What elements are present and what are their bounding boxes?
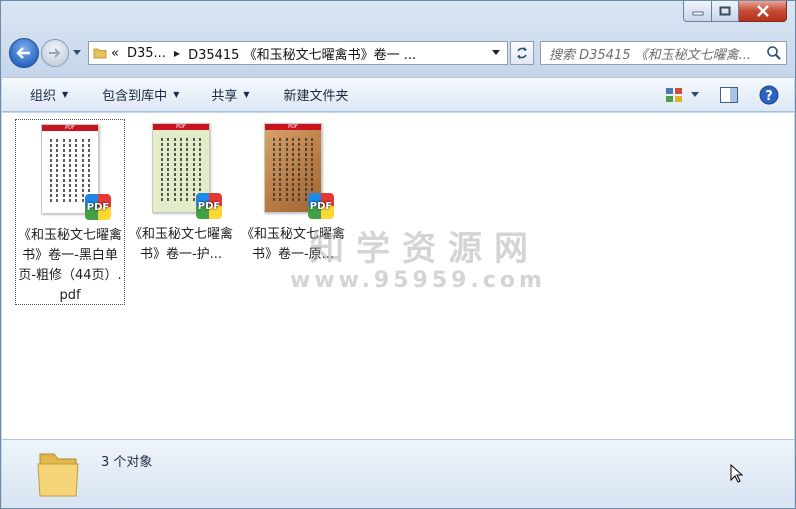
minimize-icon xyxy=(692,11,703,16)
preview-pane-button[interactable] xyxy=(716,82,742,108)
file-name: 《和玉秘文七曜禽书》卷一-护... xyxy=(128,227,233,262)
include-library-label: 包含到库中 xyxy=(102,89,168,104)
search-input[interactable]: 搜索 D35415 《和玉秘文七曜禽... xyxy=(540,41,787,65)
maximize-button[interactable] xyxy=(712,1,739,22)
change-view-button[interactable] xyxy=(662,82,688,108)
file-item[interactable]: PDF PDF 《和玉秘文七曜禽书》卷一-黑白单页-粗修（44页）.pdf xyxy=(15,119,125,305)
command-bar: 组织 ▼ 包含到库中 ▼ 共享 ▼ 新建文件夹 ? xyxy=(2,77,794,112)
watermark-url: www.95959.com xyxy=(290,268,546,293)
details-pane: 3 个对象 xyxy=(2,439,794,508)
navigation-row: « D35... ▶ D35415 《和玉秘文七曜禽书》卷一 ... 搜索 D3… xyxy=(9,37,787,69)
pdf-badge-text: PDF xyxy=(86,201,110,213)
pdf-icon: PDF xyxy=(308,193,334,219)
organize-label: 组织 xyxy=(30,89,57,104)
preview-pane-icon xyxy=(720,87,738,103)
new-folder-button[interactable]: 新建文件夹 xyxy=(274,82,359,108)
refresh-icon xyxy=(517,47,527,59)
file-item[interactable]: PDF PDF 《和玉秘文七曜禽书》卷一-原... xyxy=(238,119,348,269)
search-placeholder: 搜索 D35415 《和玉秘文七曜禽... xyxy=(549,47,752,63)
help-button[interactable]: ? xyxy=(756,82,782,108)
view-dropdown-button[interactable] xyxy=(688,82,702,108)
pdf-header-bar: PDF xyxy=(265,124,321,130)
file-item[interactable]: PDF PDF 《和玉秘文七曜禽书》卷一-护... xyxy=(126,119,236,269)
breadcrumb-separator-icon[interactable]: ▶ xyxy=(174,49,180,58)
address-bar[interactable]: « D35... ▶ D35415 《和玉秘文七曜禽书》卷一 ... xyxy=(88,41,508,65)
pdf-thumbnail: PDF PDF xyxy=(264,123,334,219)
address-prefix[interactable]: « xyxy=(111,46,119,61)
back-button[interactable] xyxy=(9,38,39,68)
caption-buttons xyxy=(683,1,787,22)
view-options-icon xyxy=(666,88,682,102)
close-button[interactable] xyxy=(739,1,787,22)
recent-pages-button[interactable] xyxy=(70,42,84,64)
item-count: 3 个对象 xyxy=(101,455,153,470)
file-name: 《和玉秘文七曜禽书》卷一-原... xyxy=(240,227,345,262)
mouse-cursor-icon xyxy=(730,463,744,488)
chevron-down-icon: ▼ xyxy=(62,90,69,99)
forward-button[interactable] xyxy=(41,39,69,67)
help-icon: ? xyxy=(759,85,779,105)
arrow-right-icon xyxy=(49,48,61,58)
include-in-library-button[interactable]: 包含到库中 ▼ xyxy=(92,82,189,108)
share-label: 共享 xyxy=(211,89,238,104)
share-button[interactable]: 共享 ▼ xyxy=(201,82,259,108)
chevron-down-icon: ▼ xyxy=(243,90,250,99)
new-folder-label: 新建文件夹 xyxy=(283,89,349,104)
folder-icon xyxy=(36,448,80,504)
explorer-window: « D35... ▶ D35415 《和玉秘文七曜禽书》卷一 ... 搜索 D3… xyxy=(0,0,796,509)
chevron-down-icon: ▼ xyxy=(173,90,180,99)
pdf-header-bar: PDF xyxy=(153,124,209,130)
close-icon xyxy=(756,5,769,17)
search-icon[interactable] xyxy=(766,45,782,65)
pdf-icon: PDF xyxy=(196,193,222,219)
pdf-thumbnail: PDF PDF xyxy=(41,124,111,220)
file-list[interactable]: PDF PDF 《和玉秘文七曜禽书》卷一-黑白单页-粗修（44页）.pdf PD… xyxy=(2,113,794,439)
pdf-badge-text: PDF xyxy=(309,200,333,212)
pdf-thumbnail: PDF PDF xyxy=(152,123,222,219)
pdf-header-bar: PDF xyxy=(42,125,98,131)
svg-text:?: ? xyxy=(765,89,773,104)
chevron-down-icon xyxy=(691,92,699,97)
breadcrumb-item[interactable]: D35415 《和玉秘文七曜禽书》卷一 ... xyxy=(188,44,416,63)
minimize-button[interactable] xyxy=(683,1,712,22)
folder-icon xyxy=(89,42,111,64)
address-dropdown-icon[interactable] xyxy=(489,46,503,60)
file-name: 《和玉秘文七曜禽书》卷一-黑白单页-粗修（44页）.pdf xyxy=(18,228,123,303)
organize-button[interactable]: 组织 ▼ xyxy=(20,82,78,108)
toolbar-right: ? xyxy=(656,82,782,108)
chevron-down-icon xyxy=(73,50,81,55)
pdf-badge-text: PDF xyxy=(197,200,221,212)
pdf-icon: PDF xyxy=(85,194,111,220)
maximize-icon xyxy=(719,6,731,16)
breadcrumb-item[interactable]: D35... xyxy=(127,46,166,61)
arrow-left-icon xyxy=(16,47,30,59)
refresh-button[interactable] xyxy=(510,41,534,65)
